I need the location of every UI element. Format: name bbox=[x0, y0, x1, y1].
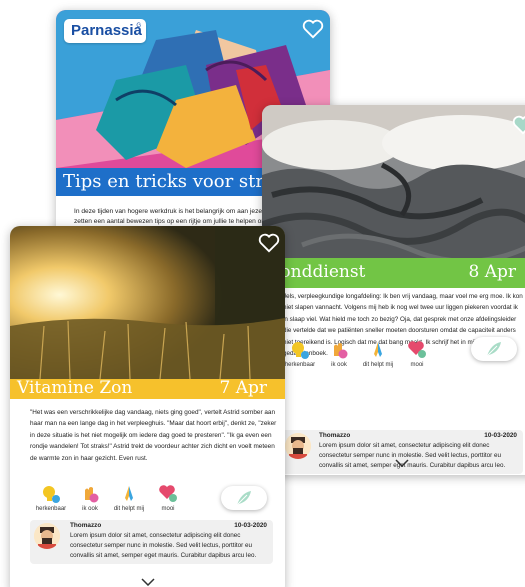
reaction-label: ik ook bbox=[82, 506, 98, 512]
praying-hands-icon bbox=[374, 342, 382, 357]
reaction-ik-ook[interactable]: ik ook bbox=[320, 340, 358, 368]
reaction-label: ik ook bbox=[331, 362, 347, 368]
reaction-bar: herkenbaar ik ook dit helpt mij mooi bbox=[281, 340, 437, 368]
reaction-label: mooi bbox=[410, 362, 424, 368]
reaction-label: dit helpt mij bbox=[362, 362, 394, 368]
brand-name: Parnassia bbox=[71, 22, 142, 39]
avatar bbox=[34, 523, 60, 549]
comment-date: 10-03-2020 bbox=[234, 522, 267, 529]
heart-outline-icon[interactable] bbox=[302, 19, 324, 39]
article-card-vitamine-zon[interactable]: Vitamine Zon 7 Apr "Het was een verschri… bbox=[10, 226, 285, 587]
lightbulb-icon bbox=[292, 342, 309, 359]
sunset-field-photo bbox=[10, 226, 285, 379]
heart-hand-icon bbox=[408, 341, 426, 358]
card-text: "Het was een verschrikkelijke dag vandaa… bbox=[30, 409, 277, 462]
card-title-bar: afonddienst 8 Apr bbox=[262, 258, 525, 288]
comment-text: Lorem ipsum dolor sit amet, consectetur … bbox=[70, 532, 257, 559]
write-comment-button[interactable] bbox=[471, 337, 517, 361]
card-title-bar: Vitamine Zon 7 Apr bbox=[10, 378, 285, 399]
hand-icon bbox=[85, 487, 99, 503]
card-title: Tips en tricks voor stress bbox=[63, 171, 294, 192]
chevron-down-icon[interactable] bbox=[141, 578, 155, 586]
bed-photo bbox=[262, 105, 525, 258]
card-date: 8 Apr bbox=[468, 262, 516, 282]
reaction-dit-helpt-mij[interactable]: dit helpt mij bbox=[110, 484, 148, 512]
reaction-label: herkenbaar bbox=[35, 506, 67, 512]
reaction-label: dit helpt mij bbox=[113, 506, 145, 512]
hand-icon bbox=[334, 343, 348, 359]
reaction-bar: herkenbaar ik ook dit helpt mij mooi bbox=[32, 484, 188, 512]
chevron-down-icon[interactable] bbox=[395, 459, 409, 467]
parnassia-logo: Parnassia G bbox=[64, 19, 146, 43]
lightbulb-icon bbox=[43, 486, 60, 503]
comment: Thomazzo 10-03-2020 Lorem ipsum dolor si… bbox=[281, 430, 523, 474]
reaction-label: herkenbaar bbox=[284, 362, 316, 368]
write-comment-button[interactable] bbox=[221, 486, 267, 510]
feather-icon bbox=[486, 342, 501, 357]
avatar bbox=[285, 433, 311, 459]
heart-outline-icon[interactable] bbox=[258, 233, 280, 253]
comment-author: Thomazzo bbox=[70, 522, 102, 529]
heart-outline-icon[interactable] bbox=[512, 115, 525, 135]
reaction-herkenbaar[interactable]: herkenbaar bbox=[281, 340, 319, 368]
heart-hand-icon bbox=[159, 485, 177, 502]
card-title: Vitamine Zon bbox=[17, 378, 133, 398]
comment-text: Lorem ipsum dolor sit amet, consectetur … bbox=[319, 442, 506, 469]
comment: Thomazzo 10-03-2020 Lorem ipsum dolor si… bbox=[30, 520, 273, 564]
reaction-mooi[interactable]: mooi bbox=[149, 484, 187, 512]
comment-author: Thomazzo bbox=[319, 432, 351, 439]
reaction-label: mooi bbox=[161, 506, 175, 512]
reaction-mooi[interactable]: mooi bbox=[398, 340, 436, 368]
reaction-dit-helpt-mij[interactable]: dit helpt mij bbox=[359, 340, 397, 368]
comment-date: 10-03-2020 bbox=[484, 432, 517, 439]
card-date: 7 Apr bbox=[219, 378, 267, 398]
praying-hands-icon bbox=[125, 486, 133, 501]
reaction-herkenbaar[interactable]: herkenbaar bbox=[32, 484, 70, 512]
reaction-ik-ook[interactable]: ik ook bbox=[71, 484, 109, 512]
brand-mark: G bbox=[136, 23, 141, 29]
article-card-nachtdienst[interactable]: afonddienst 8 Apr Jels, verpleegkundige … bbox=[262, 105, 525, 475]
feather-icon bbox=[236, 491, 251, 506]
